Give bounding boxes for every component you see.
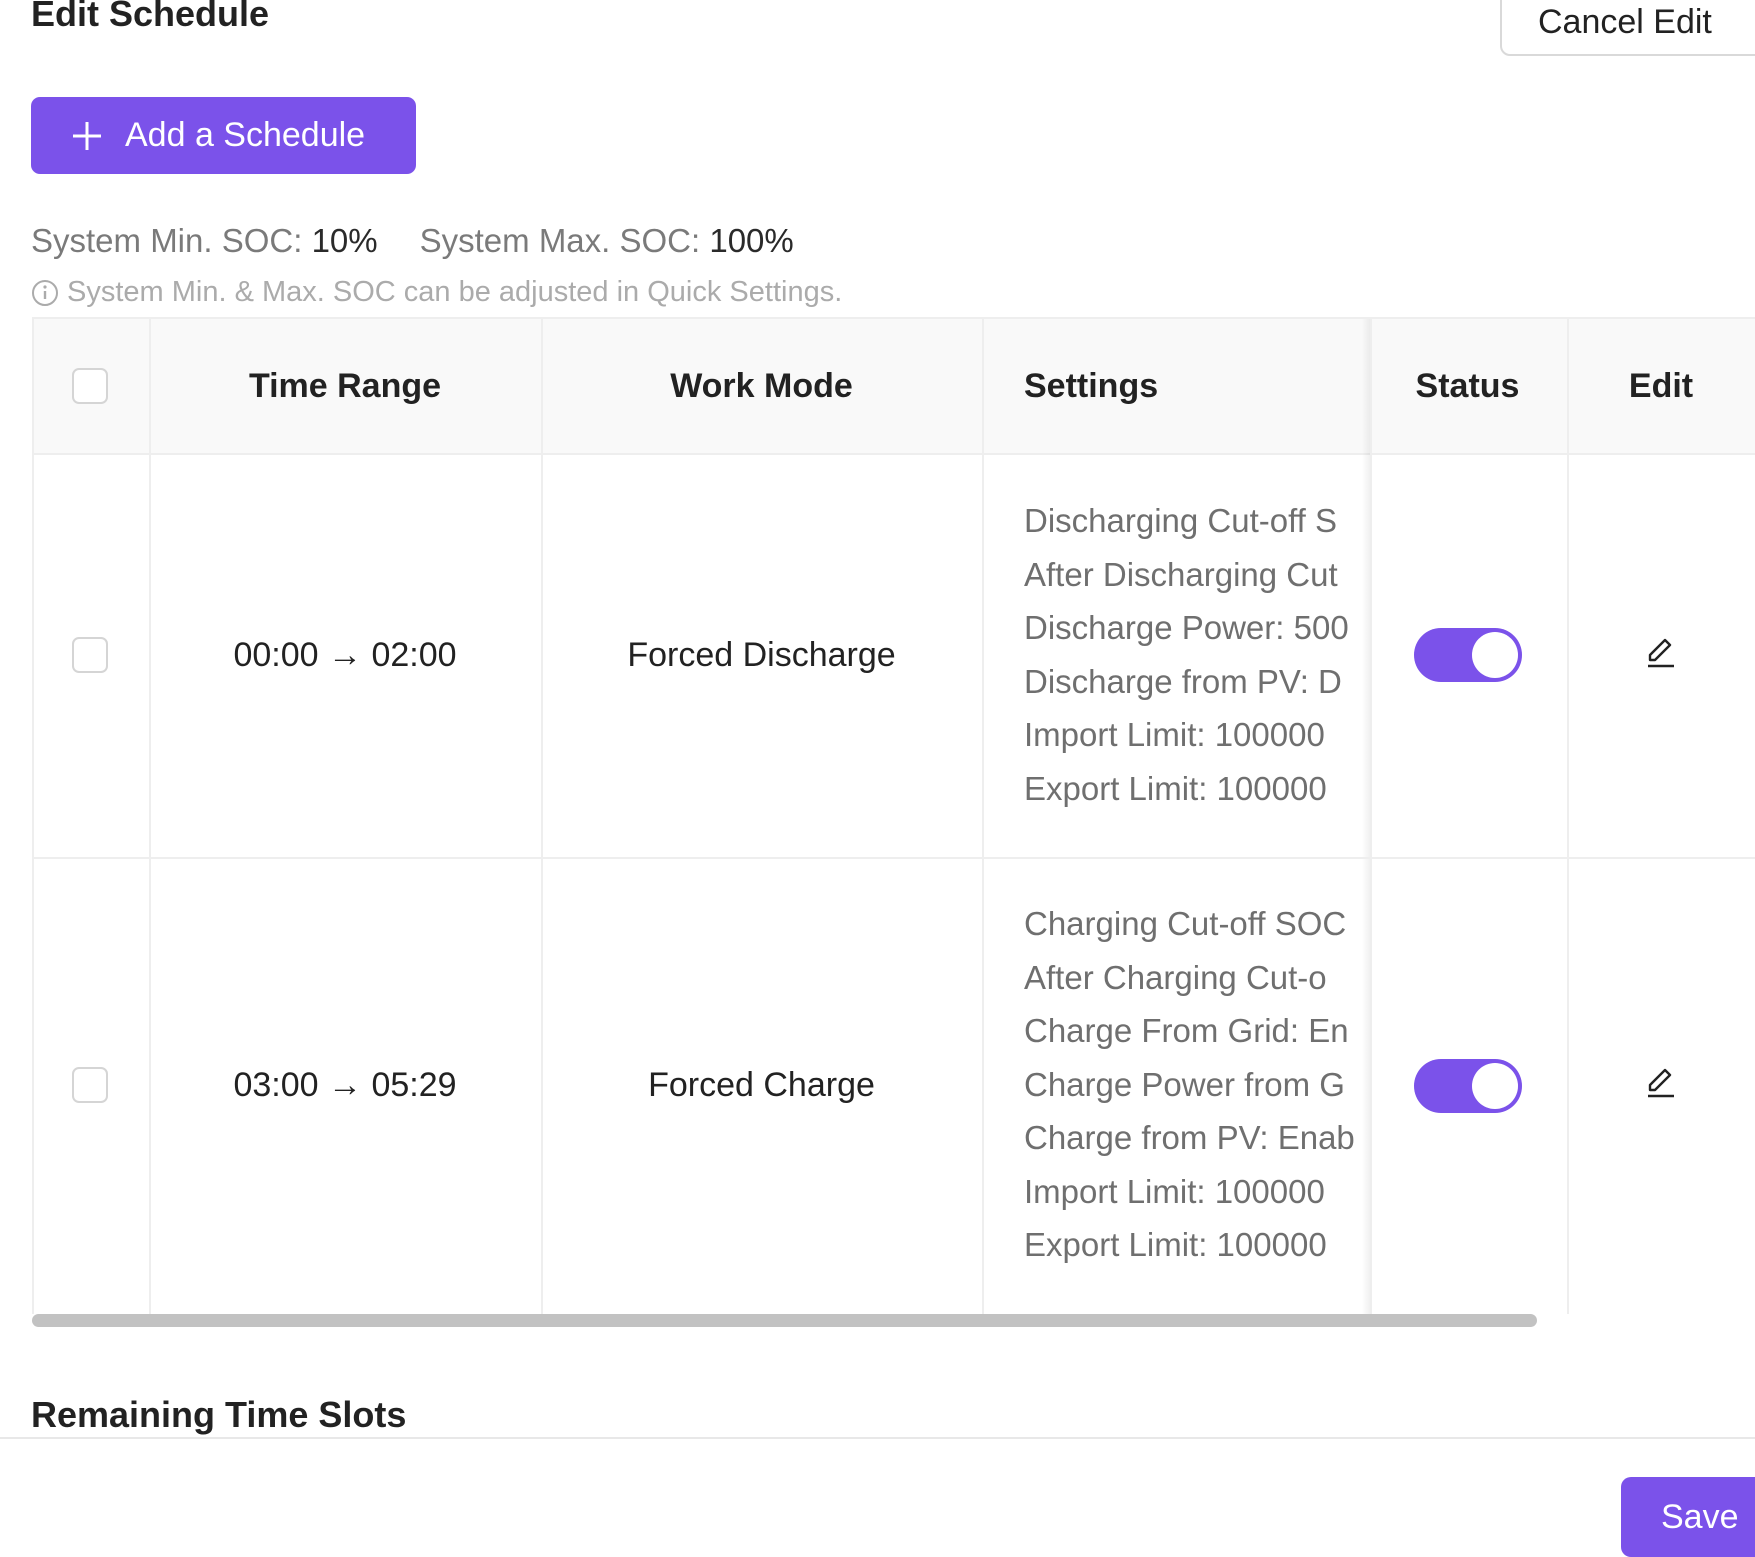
settings-line: Export Limit: 100000 bbox=[1024, 1226, 1327, 1263]
settings-line: After Charging Cut-o bbox=[1024, 958, 1327, 996]
footer-divider bbox=[0, 1437, 1755, 1439]
horizontal-scrollbar-thumb[interactable] bbox=[32, 1314, 1537, 1327]
row-time-range: 03:00 → 05:29 bbox=[233, 1066, 457, 1104]
min-soc-label: System Min. SOC: bbox=[31, 222, 312, 259]
max-soc-value: 100% bbox=[709, 222, 794, 259]
status-toggle[interactable] bbox=[1414, 628, 1522, 682]
row-work-mode: Forced Charge bbox=[648, 1066, 875, 1104]
add-schedule-label: Add a Schedule bbox=[125, 116, 366, 154]
cancel-edit-button[interactable]: Cancel Edit bbox=[1500, 0, 1755, 56]
toggle-knob bbox=[1472, 632, 1518, 678]
settings-line: Charge Power from G bbox=[1024, 1065, 1345, 1103]
row-checkbox[interactable] bbox=[72, 1067, 108, 1103]
header-status: Status bbox=[1415, 366, 1520, 405]
settings-line: Charge From Grid: En bbox=[1024, 1012, 1349, 1049]
edit-pencil-icon[interactable] bbox=[1644, 1065, 1678, 1099]
row-work-mode: Forced Discharge bbox=[627, 635, 896, 674]
col-edit bbox=[1565, 319, 1755, 1314]
info-icon bbox=[32, 279, 58, 306]
row-settings: Charging Cut-off SOC After Charging Cut-… bbox=[1024, 897, 1364, 1272]
min-soc-value: 10% bbox=[311, 222, 378, 259]
remaining-time-slots-title: Remaining Time Slots bbox=[31, 1394, 407, 1435]
edit-pencil-icon[interactable] bbox=[1644, 635, 1678, 669]
soc-hint-text: System Min. & Max. SOC can be adjusted i… bbox=[67, 276, 843, 308]
status-toggle[interactable] bbox=[1414, 1059, 1522, 1113]
settings-line: After Discharging Cut bbox=[1024, 555, 1338, 593]
settings-line: Export Limit: 100000 bbox=[1024, 769, 1327, 807]
max-soc-label: System Max. SOC: bbox=[419, 222, 710, 259]
settings-line: Discharge from PV: D bbox=[1024, 662, 1342, 700]
col-status bbox=[1370, 319, 1569, 1314]
settings-line: Charging Cut-off SOC bbox=[1024, 905, 1347, 942]
header-work-mode: Work Mode bbox=[670, 366, 853, 405]
settings-line: Import Limit: 100000 bbox=[1024, 1172, 1325, 1210]
soc-hint: System Min. & Max. SOC can be adjusted i… bbox=[31, 276, 842, 309]
schedule-table: Time Range Work Mode Settings Status Edi… bbox=[32, 317, 1755, 1314]
header-settings: Settings bbox=[1024, 366, 1159, 405]
settings-line: Discharge Power: 500 bbox=[1024, 609, 1349, 646]
select-all-checkbox[interactable] bbox=[72, 368, 108, 404]
toggle-knob bbox=[1472, 1063, 1518, 1109]
settings-line: Charge from PV: Enab bbox=[1024, 1119, 1355, 1156]
settings-line: Discharging Cut-off S bbox=[1024, 502, 1338, 539]
col-select bbox=[34, 319, 151, 1314]
settings-line: Import Limit: 100000 bbox=[1024, 716, 1325, 753]
row-time-range: 00:00 → 02:00 bbox=[233, 635, 457, 674]
row-checkbox[interactable] bbox=[72, 637, 108, 673]
header-time-range: Time Range bbox=[248, 366, 442, 405]
save-button[interactable]: Save bbox=[1621, 1477, 1755, 1557]
page-title: Edit Schedule bbox=[31, 0, 270, 34]
plus-icon bbox=[73, 121, 101, 150]
header-edit: Edit bbox=[1628, 366, 1694, 405]
add-schedule-button[interactable]: Add a Schedule bbox=[31, 97, 416, 174]
soc-summary: System Min. SOC: 10% System Max. SOC: 100… bbox=[31, 222, 794, 260]
row-settings: Discharging Cut-off S After Discharging … bbox=[1024, 494, 1364, 815]
